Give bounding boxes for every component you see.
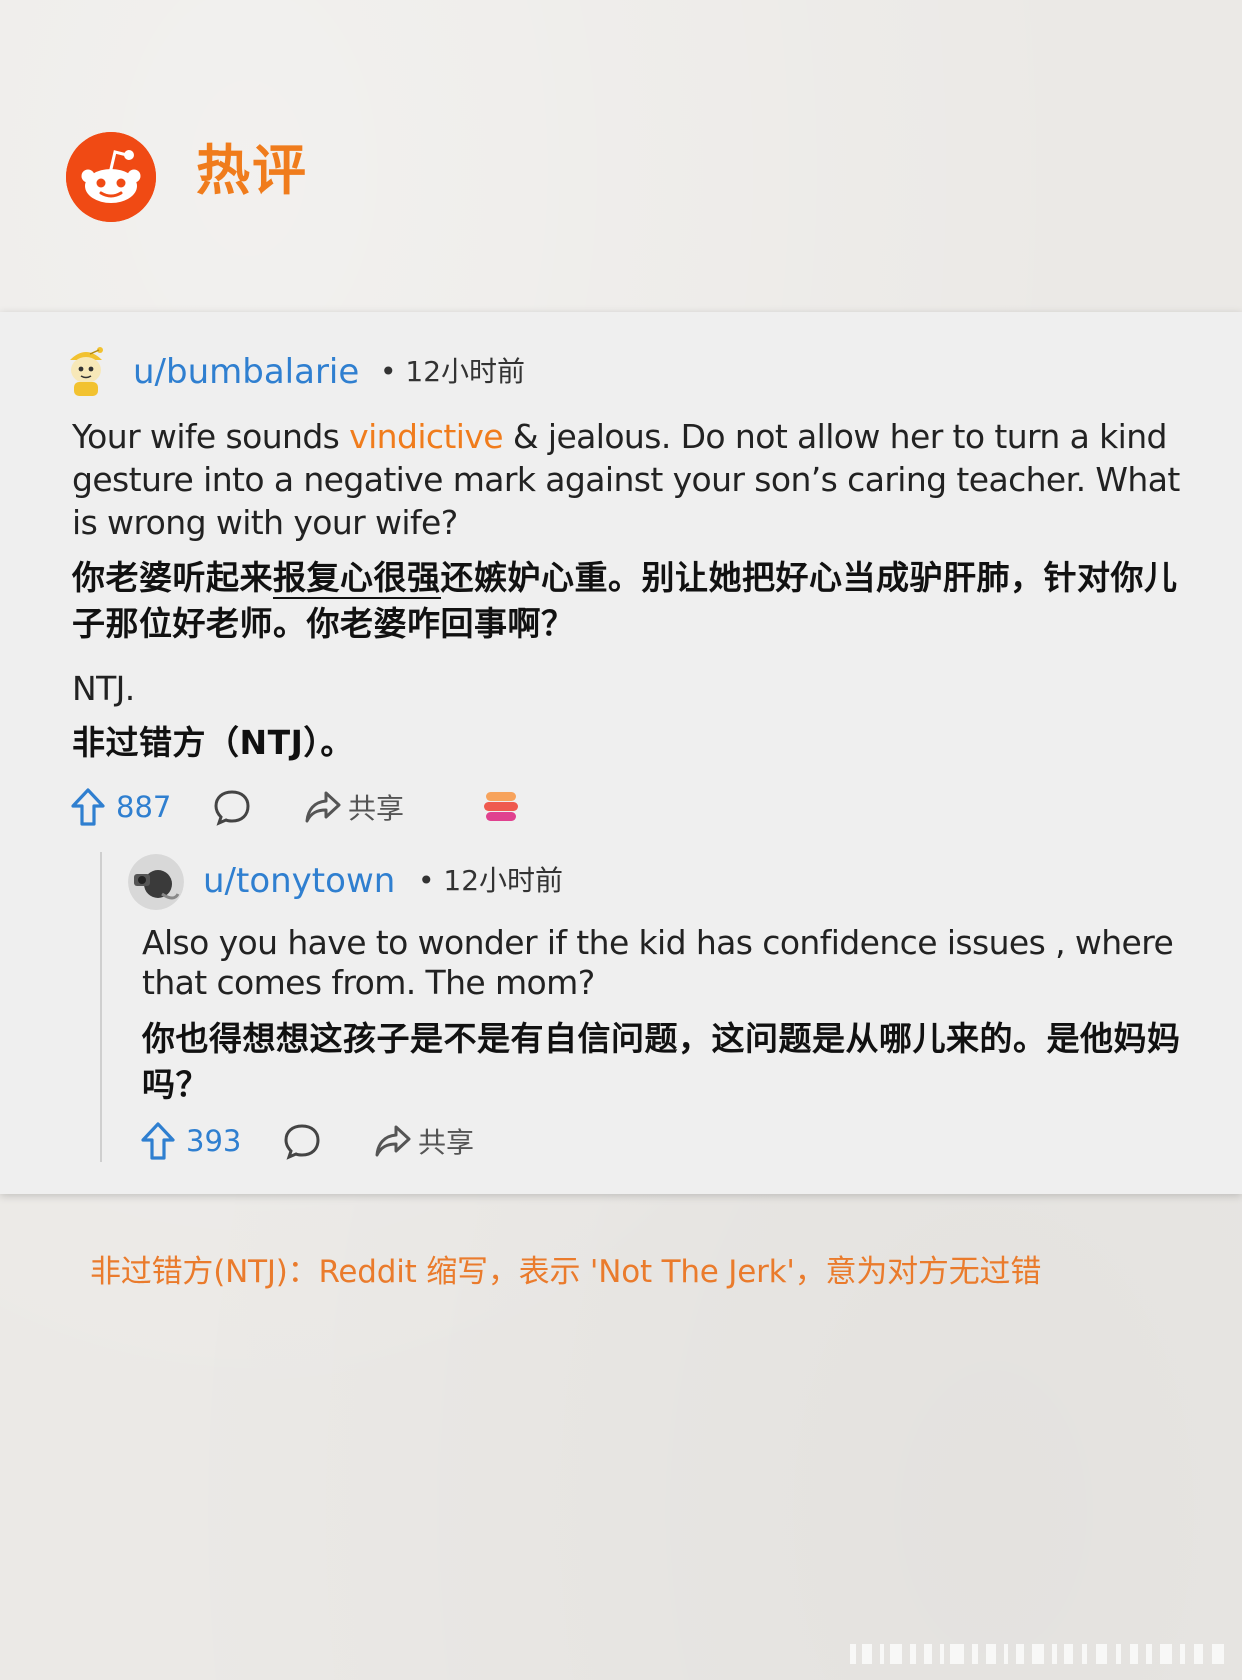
comment-timestamp: • 12小时前 [380, 355, 526, 388]
comment-username[interactable]: u/bumbalarie [133, 352, 359, 392]
reply-username[interactable]: u/tonytown [203, 861, 395, 901]
watermark-icon [850, 1644, 1224, 1664]
reply-upvote-button[interactable]: 393 [140, 1119, 241, 1163]
reply-user-avatar[interactable] [128, 854, 184, 910]
text-segment: 你老婆听起来 [72, 558, 273, 597]
share-button[interactable]: 共享 [304, 785, 404, 829]
upvote-arrow-icon [71, 788, 105, 826]
comment-bubble-icon [284, 1124, 320, 1160]
reply-english-text: Also you have to wonder if the kid has c… [142, 923, 1174, 1002]
comment-english-text: Your wife sounds vindictive & jealous. D… [72, 415, 1182, 544]
thread-line [100, 852, 102, 1162]
reply-reply-button[interactable] [282, 1119, 322, 1163]
comment-chinese-text: 你老婆听起来报复心很强还嫉妒心重。别让她把好心当成驴肝肺，针对你儿子那位好老师。… [72, 555, 1182, 647]
comment-action-bar: 887 共享 [70, 785, 670, 829]
reddit-alien-icon [66, 132, 156, 222]
comment-card: u/bumbalarie • 12小时前 Your wife sounds vi… [0, 312, 1242, 1194]
user-avatar[interactable] [60, 342, 112, 398]
upvote-arrow-icon [141, 1122, 175, 1160]
reply-upvote-count: 393 [186, 1124, 242, 1158]
share-arrow-icon [375, 1125, 411, 1157]
award-stack-icon[interactable] [482, 785, 520, 829]
footnote: 非过错方(NTJ)：Reddit 缩写，表示 'Not The Jerk'，意为… [90, 1254, 1042, 1290]
reply-share-label: 共享 [418, 1126, 475, 1159]
reply-button[interactable] [212, 785, 252, 829]
reply-action-bar: 393 共享 [140, 1119, 640, 1163]
underlined-phrase: 报复心很强 [273, 558, 441, 599]
text-segment: Your wife sounds [72, 417, 350, 456]
reply-timestamp: • 12小时前 [418, 864, 564, 897]
comment-bubble-icon [214, 790, 250, 826]
reply-share-button[interactable]: 共享 [374, 1119, 474, 1163]
share-arrow-icon [305, 791, 341, 823]
upvote-button[interactable]: 887 [70, 785, 171, 829]
reply-chinese-text: 你也得想想这孩子是不是有自信问题，这问题是从哪儿来的。是他妈妈吗？ [142, 1019, 1181, 1104]
upvote-count: 887 [116, 790, 172, 824]
share-label: 共享 [348, 792, 405, 825]
page-title: 热评 [196, 139, 308, 202]
highlighted-word: vindictive [349, 417, 503, 456]
comment-chinese-verdict: 非过错方（NTJ）。 [72, 723, 354, 762]
comment-english-verdict: NTJ. [72, 669, 135, 708]
